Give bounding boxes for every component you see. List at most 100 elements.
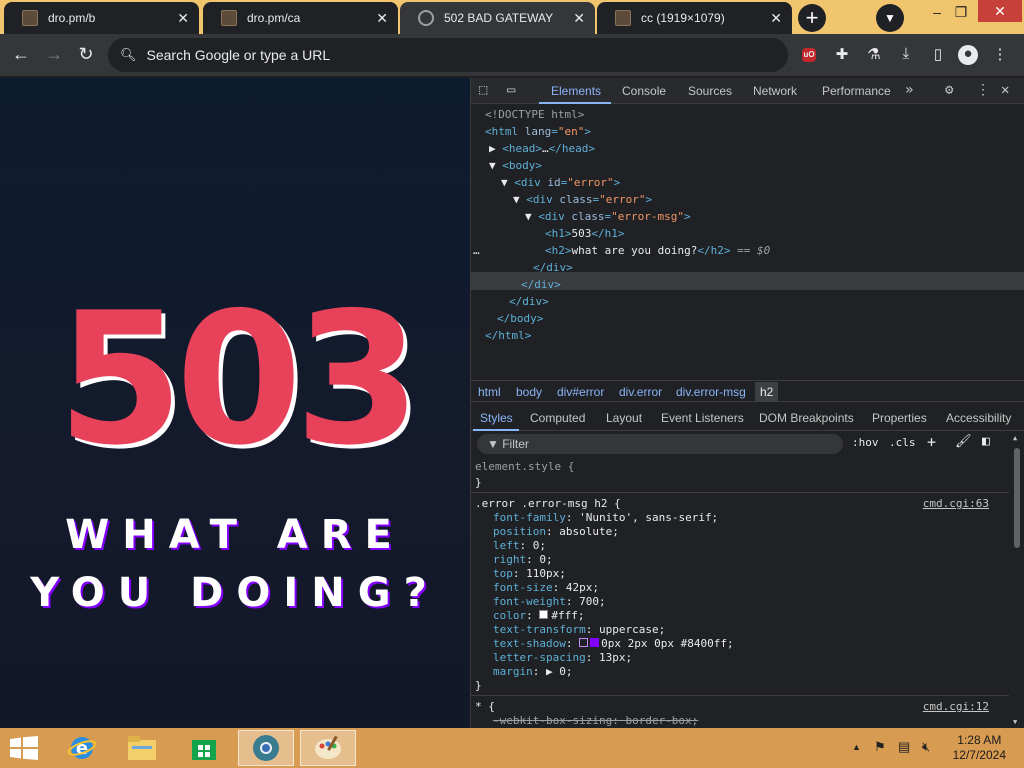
tab-layout[interactable]: Layout: [606, 411, 642, 425]
ublock-icon[interactable]: uO: [802, 48, 816, 62]
dom-h2-selected[interactable]: <h2>what are you doing?</h2> == $0: [545, 242, 770, 259]
extensions-icon[interactable]: ✚: [832, 45, 852, 65]
rule-decl[interactable]: font-size: 42px;: [493, 581, 599, 595]
rule-decl[interactable]: text-shadow: 0px 2px 0px #8400ff;: [493, 637, 734, 651]
profile-icon[interactable]: ●: [958, 45, 978, 65]
tab-event-listeners[interactable]: Event Listeners: [661, 411, 744, 425]
tab-styles[interactable]: Styles: [480, 411, 513, 425]
close-tab-icon[interactable]: ✕: [573, 10, 585, 27]
close-devtools-icon[interactable]: ✕: [1001, 82, 1009, 98]
kebab-menu-icon[interactable]: ⋮: [976, 82, 990, 98]
row-dots[interactable]: …: [473, 242, 480, 259]
styles-scrollbar[interactable]: ▲ ▼: [1012, 434, 1022, 726]
rule-decl[interactable]: text-transform: uppercase;: [493, 623, 665, 637]
universal-source-link[interactable]: cmd.cgi:12: [923, 700, 989, 713]
hov-toggle[interactable]: :hov: [852, 436, 879, 449]
internet-explorer-icon[interactable]: e: [54, 730, 110, 766]
system-clock[interactable]: 1:28 AM 12/7/2024: [953, 733, 1006, 763]
dom-div-class-error[interactable]: ▼ <div class="error">: [513, 191, 652, 208]
tab-accessibility[interactable]: Accessibility: [946, 411, 1011, 425]
cls-toggle[interactable]: .cls: [889, 436, 916, 449]
network-icon[interactable]: ▤: [898, 739, 910, 755]
rule-decl[interactable]: font-weight: 700;: [493, 595, 606, 609]
rule-decl[interactable]: font-family: 'Nunito', sans-serif;: [493, 511, 718, 525]
expand-triangle-icon[interactable]: ▶: [489, 142, 502, 155]
download-icon[interactable]: ⤓: [896, 45, 916, 65]
tab-console[interactable]: Console: [622, 84, 666, 98]
dom-html[interactable]: <html lang="en">: [485, 123, 591, 140]
rule-source-link[interactable]: cmd.cgi:63: [923, 497, 989, 510]
omnibox[interactable]: 🔍︎ Search Google or type a URL: [108, 38, 788, 72]
sidebar-toggle-icon[interactable]: ◧: [982, 434, 990, 449]
tab-cc[interactable]: cc (1919×1079) ✕: [597, 2, 792, 34]
dom-div-error-msg[interactable]: ▼ <div class="error-msg">: [525, 208, 691, 225]
crumb-div-error[interactable]: div.error: [619, 385, 662, 399]
chrome-app-icon[interactable]: [238, 730, 294, 766]
rule-decl[interactable]: left: 0;: [493, 539, 546, 553]
new-rule-icon[interactable]: +: [927, 433, 936, 451]
menu-icon[interactable]: ⋮: [990, 45, 1010, 65]
dom-body[interactable]: ▼ <body>: [489, 157, 542, 174]
labs-icon[interactable]: ⚗: [864, 45, 884, 65]
more-tabs-icon[interactable]: »: [905, 82, 913, 98]
collapse-triangle-icon[interactable]: ▼: [525, 210, 538, 223]
tab-network[interactable]: Network: [753, 84, 797, 98]
rule-selector[interactable]: .error .error-msg h2 {: [475, 497, 621, 511]
collapse-triangle-icon[interactable]: ▼: [501, 176, 514, 189]
ellipsis-badge[interactable]: …: [542, 142, 549, 155]
tab-performance[interactable]: Performance: [822, 84, 891, 98]
universal-selector[interactable]: * {: [475, 700, 495, 714]
dom-head[interactable]: ▶ <head>…</head>: [489, 140, 595, 157]
crumb-div-error-msg[interactable]: div.error-msg: [676, 385, 746, 399]
device-toggle-icon[interactable]: ▭: [507, 82, 515, 98]
crumb-body[interactable]: body: [516, 385, 542, 399]
tab-bad-gateway[interactable]: 502 BAD GATEWAY ✕: [400, 2, 595, 34]
color-swatch-icon[interactable]: [539, 610, 549, 619]
rule-decl[interactable]: margin: ▶ 0;: [493, 665, 573, 679]
start-windows-icon[interactable]: [10, 736, 38, 760]
rule-decl[interactable]: top: 110px;: [493, 567, 566, 581]
flag-icon[interactable]: ⚑: [874, 739, 886, 755]
close-tab-icon[interactable]: ✕: [376, 10, 388, 27]
reload-button[interactable]: ↻: [75, 44, 97, 65]
tab-search-button[interactable]: ▼: [876, 4, 904, 32]
side-panel-icon[interactable]: ▯: [928, 45, 948, 65]
styles-filter-input[interactable]: ▼ Filter: [477, 434, 843, 454]
dom-div-close[interactable]: </div>: [509, 293, 549, 310]
store-icon[interactable]: [176, 730, 232, 766]
maximize-button[interactable]: ❐: [946, 0, 976, 24]
tab-elements[interactable]: Elements: [551, 84, 601, 98]
dom-div-close[interactable]: </div>: [521, 276, 561, 293]
forward-button[interactable]: →: [43, 44, 65, 65]
paint-app-icon[interactable]: [300, 730, 356, 766]
rule-decl[interactable]: letter-spacing: 13px;: [493, 651, 632, 665]
collapse-triangle-icon[interactable]: ▼: [489, 159, 502, 172]
dom-div-close[interactable]: </div>: [533, 259, 573, 276]
crumb-div-error-id[interactable]: div#error: [557, 385, 604, 399]
tab-sources[interactable]: Sources: [688, 84, 732, 98]
color-swatch-icon[interactable]: [590, 638, 600, 647]
scroll-down-icon[interactable]: ▼: [1013, 718, 1017, 726]
scroll-up-icon[interactable]: ▲: [1013, 434, 1017, 442]
tray-chevron-icon[interactable]: ▲: [852, 742, 861, 752]
close-tab-icon[interactable]: ✕: [177, 10, 189, 27]
scroll-thumb[interactable]: [1014, 448, 1020, 548]
file-explorer-icon[interactable]: [114, 730, 170, 766]
dom-h1[interactable]: <h1>503</h1>: [545, 225, 625, 242]
volume-muted-icon[interactable]: 🔇︎: [922, 739, 930, 755]
rule-decl[interactable]: color: #fff;: [493, 609, 585, 623]
close-tab-icon[interactable]: ✕: [770, 10, 782, 27]
dom-body-close[interactable]: </body>: [497, 310, 543, 327]
window-close-button[interactable]: ✕: [978, 0, 1022, 22]
new-tab-button[interactable]: +: [798, 4, 826, 32]
inspect-icon[interactable]: ⬚: [479, 82, 487, 98]
paint-icon[interactable]: 🖌︎: [955, 434, 972, 449]
dom-doctype[interactable]: <!DOCTYPE html>: [485, 106, 584, 123]
settings-gear-icon[interactable]: ⚙: [945, 82, 953, 98]
tab-properties[interactable]: Properties: [872, 411, 927, 425]
tab-dro-ca[interactable]: dro.pm/ca ✕: [203, 2, 398, 34]
collapse-triangle-icon[interactable]: ▼: [513, 193, 526, 206]
rule-decl[interactable]: position: absolute;: [493, 525, 619, 539]
crumb-html[interactable]: html: [478, 385, 501, 399]
tab-dro-b[interactable]: dro.pm/b ✕: [4, 2, 199, 34]
